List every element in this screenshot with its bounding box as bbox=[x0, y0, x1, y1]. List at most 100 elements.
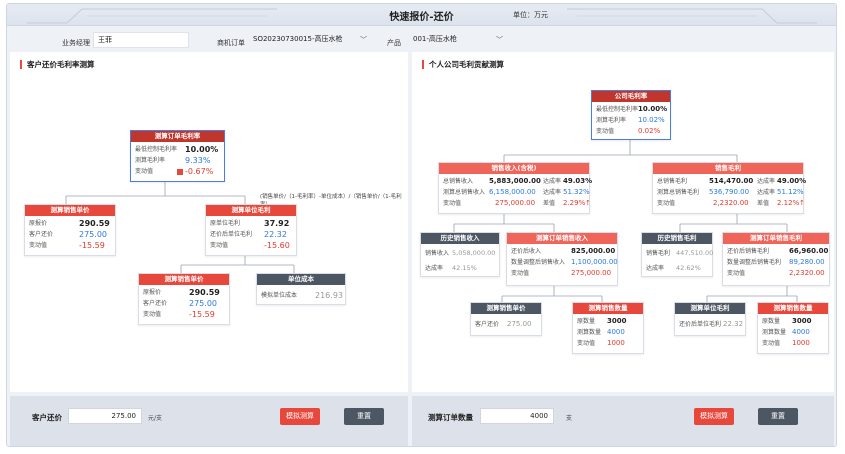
row-label: 总销售收入 bbox=[443, 178, 474, 185]
unit-label: 单位：万元 bbox=[513, 11, 548, 19]
title-bar: 快速报价-还价 单位：万元 bbox=[7, 4, 836, 26]
card-header: 测算订单销售收入 bbox=[507, 233, 617, 244]
counter-price-input[interactable]: 275.00 bbox=[68, 408, 142, 424]
row-label: 变动值 bbox=[443, 200, 462, 207]
price-change-value: -15.59 bbox=[189, 310, 215, 319]
row-label: 变动值 bbox=[210, 242, 229, 249]
row-label: 原数量 bbox=[762, 318, 781, 325]
row-label: 最低控制毛利率 bbox=[135, 146, 178, 153]
order-revenue-change-value: 275,000.00 bbox=[571, 269, 612, 277]
total-margin-value: 514,470.00 bbox=[709, 177, 754, 185]
warning-icon bbox=[177, 169, 183, 175]
calc-margin-total-value: 536,790.00 bbox=[709, 188, 750, 196]
order-select[interactable]: SO20230730015-高压水枪 ﹀ bbox=[249, 32, 369, 48]
row-label: 测算毛利率 bbox=[596, 117, 627, 124]
row-label: 变动值 bbox=[135, 168, 154, 175]
reset-button[interactable]: 重置 bbox=[758, 408, 798, 425]
margin-rate-value: 49.00% bbox=[777, 177, 807, 185]
sales-price-card-2: 测算销售单价 原报价 290.59 客户还价 275.00 变动值 -15.59 bbox=[138, 273, 230, 325]
sales-qty-card: 测算销售数量 原数量 3000 测算数量 4000 变动值 1000 bbox=[572, 302, 644, 354]
row-label: 达成率 bbox=[543, 178, 562, 185]
row-label: 销售毛利 bbox=[646, 250, 671, 257]
original-qty-value: 3000 bbox=[607, 317, 627, 325]
salesman-label: 业务经理 bbox=[62, 39, 90, 47]
row-label: 还价后单位毛利 bbox=[210, 231, 253, 238]
order-revenue-card: 测算订单销售收入 还价后收入 825,000.00 数量调整后销售收入 1,100,… bbox=[506, 232, 618, 286]
row-label: 变动值 bbox=[577, 340, 596, 347]
margin-change-value: -0.67% bbox=[185, 167, 214, 176]
unit-gross-margin-card: 测算单位毛利 还价后单位毛利 22.32 bbox=[674, 302, 746, 336]
sales-price-card: 测算销售单价 原报价 290.59 客户还价 275.00 变动值 -15.59 bbox=[24, 204, 116, 256]
unit-cost-card: 单位成本 模拟单位成本 216.93 bbox=[256, 273, 346, 305]
row-label: 还价后收入 bbox=[511, 248, 542, 255]
right-action-bar: 测算订单数量 4000 支 模拟测算 重置 bbox=[412, 396, 834, 446]
right-panel: 个人公司毛利贡献测算 公司毛利率 最低控制毛利率 10.00% 测算毛利率 10… bbox=[412, 52, 834, 392]
row-label: 最低控制毛利率 bbox=[596, 106, 639, 113]
product-value: 001-高压水枪 bbox=[413, 35, 457, 43]
history-margin-value: 447,510.00 bbox=[676, 249, 714, 257]
sales-qty-card-2: 测算销售数量 原数量 3000 测算数量 4000 变动值 1000 bbox=[757, 302, 829, 354]
gross-margin-card: 销售毛利 总销售毛利 514,470.00 达成率 49.00% 测算总销售毛利 536… bbox=[652, 162, 807, 214]
card-header: 公司毛利率 bbox=[592, 91, 670, 102]
original-price-value: 290.59 bbox=[79, 219, 110, 228]
counter-unit-margin-value: 22.32 bbox=[723, 320, 744, 328]
card-header: 测算销售单价 bbox=[139, 274, 229, 285]
left-panel: 客户还价毛利率测算 (销售单价/（1-毛利率）-单位成本）/（销售单价/（1-毛… bbox=[10, 52, 408, 392]
row-label: 数量调整后销售毛利 bbox=[727, 259, 782, 266]
revenue-change-value: 275,000.00 bbox=[495, 199, 536, 207]
counter-price-value: 275.00 bbox=[189, 299, 217, 308]
filter-bar: 业务经理 王菲 商机订单 SO20230730015-高压水枪 ﹀ 产品 001… bbox=[7, 26, 836, 52]
simulate-button[interactable]: 模拟测算 bbox=[694, 408, 734, 425]
product-select[interactable]: 001-高压水枪 ﹀ bbox=[409, 32, 505, 48]
row-label: 原单位毛利 bbox=[210, 220, 241, 227]
counter-margin-value: 66,960.00 bbox=[789, 247, 829, 255]
reset-button[interactable]: 重置 bbox=[344, 408, 384, 425]
arrow-up-icon: ↑ bbox=[799, 199, 805, 207]
left-action-bar: 客户还价 275.00 元/支 模拟测算 重置 bbox=[10, 396, 408, 446]
simulate-button[interactable]: 模拟测算 bbox=[280, 408, 320, 425]
counter-price-value: 275.00 bbox=[507, 320, 532, 328]
order-qty-input[interactable]: 4000 bbox=[480, 408, 554, 424]
counter-price-label: 客户还价 bbox=[32, 413, 62, 422]
row-label: 变动值 bbox=[657, 200, 676, 207]
card-header: 销售毛利 bbox=[653, 163, 803, 174]
row-label: 变动值 bbox=[762, 340, 781, 347]
salesman-input[interactable]: 王菲 bbox=[93, 32, 189, 48]
row-label: 模拟单位成本 bbox=[261, 292, 298, 299]
original-unit-margin-value: 37.92 bbox=[264, 219, 290, 228]
unit-price-card: 测算销售单价 客户还价 275.00 bbox=[470, 302, 542, 336]
card-header: 单位成本 bbox=[257, 274, 345, 285]
card-header: 测算销售单价 bbox=[471, 303, 541, 314]
product-label: 产品 bbox=[387, 39, 401, 47]
card-header: 测算销售单价 bbox=[25, 205, 115, 216]
row-label: 变动值 bbox=[727, 270, 746, 277]
counter-price-value: 275.00 bbox=[79, 230, 107, 239]
row-label: 客户还价 bbox=[143, 300, 168, 307]
unit-margin-card: 测算单位毛利 原单位毛利 37.92 还价后单位毛利 22.32 变动值 -15.60 bbox=[205, 204, 297, 256]
order-qty-unit: 支 bbox=[566, 415, 573, 422]
card-header: 历史销售收入 bbox=[421, 233, 499, 244]
margin-change-value: 2,2320.00 bbox=[713, 199, 749, 207]
counter-revenue-value: 825,000.00 bbox=[571, 247, 616, 255]
min-margin-value: 10.00% bbox=[638, 105, 668, 113]
adjusted-revenue-value: 1,100,000.00 bbox=[571, 258, 618, 266]
app-window: 快速报价-还价 单位：万元 业务经理 王菲 商机订单 SO20230730015… bbox=[6, 3, 837, 447]
row-label: 变动值 bbox=[143, 311, 162, 318]
history-margin-card: 历史销售毛利 销售毛利 447,510.00 达成率 42.62% bbox=[641, 232, 713, 277]
card-header: 测算单位毛利 bbox=[206, 205, 296, 216]
history-revenue-value: 5,058,000.00 bbox=[452, 249, 496, 257]
original-price-value: 290.59 bbox=[189, 288, 220, 297]
chevron-down-icon: ﹀ bbox=[496, 36, 503, 44]
total-revenue-value: 5,883,000.00 bbox=[489, 177, 541, 185]
unit-margin-change-value: -15.60 bbox=[264, 241, 290, 250]
card-header: 测算单位毛利 bbox=[675, 303, 745, 314]
row-label: 达成率 bbox=[757, 178, 776, 185]
card-header: 测算销售数量 bbox=[573, 303, 643, 314]
revenue-card: 销售收入(含税) 总销售收入 5,883,000.00 达成率 49.03% 测算总销… bbox=[438, 162, 592, 214]
counter-unit-margin-value: 22.32 bbox=[264, 230, 287, 239]
simulated-cost-value: 216.93 bbox=[315, 291, 343, 300]
revenue-diff-value: 2.29% bbox=[563, 199, 586, 207]
row-label: 变动值 bbox=[29, 242, 48, 249]
calc-revenue-value: 6,158,000.00 bbox=[489, 188, 536, 196]
order-margin-card-right: 测算订单销售毛利 还价后销售毛利 66,960.00 数量调整后销售毛利 89,28… bbox=[722, 232, 830, 286]
